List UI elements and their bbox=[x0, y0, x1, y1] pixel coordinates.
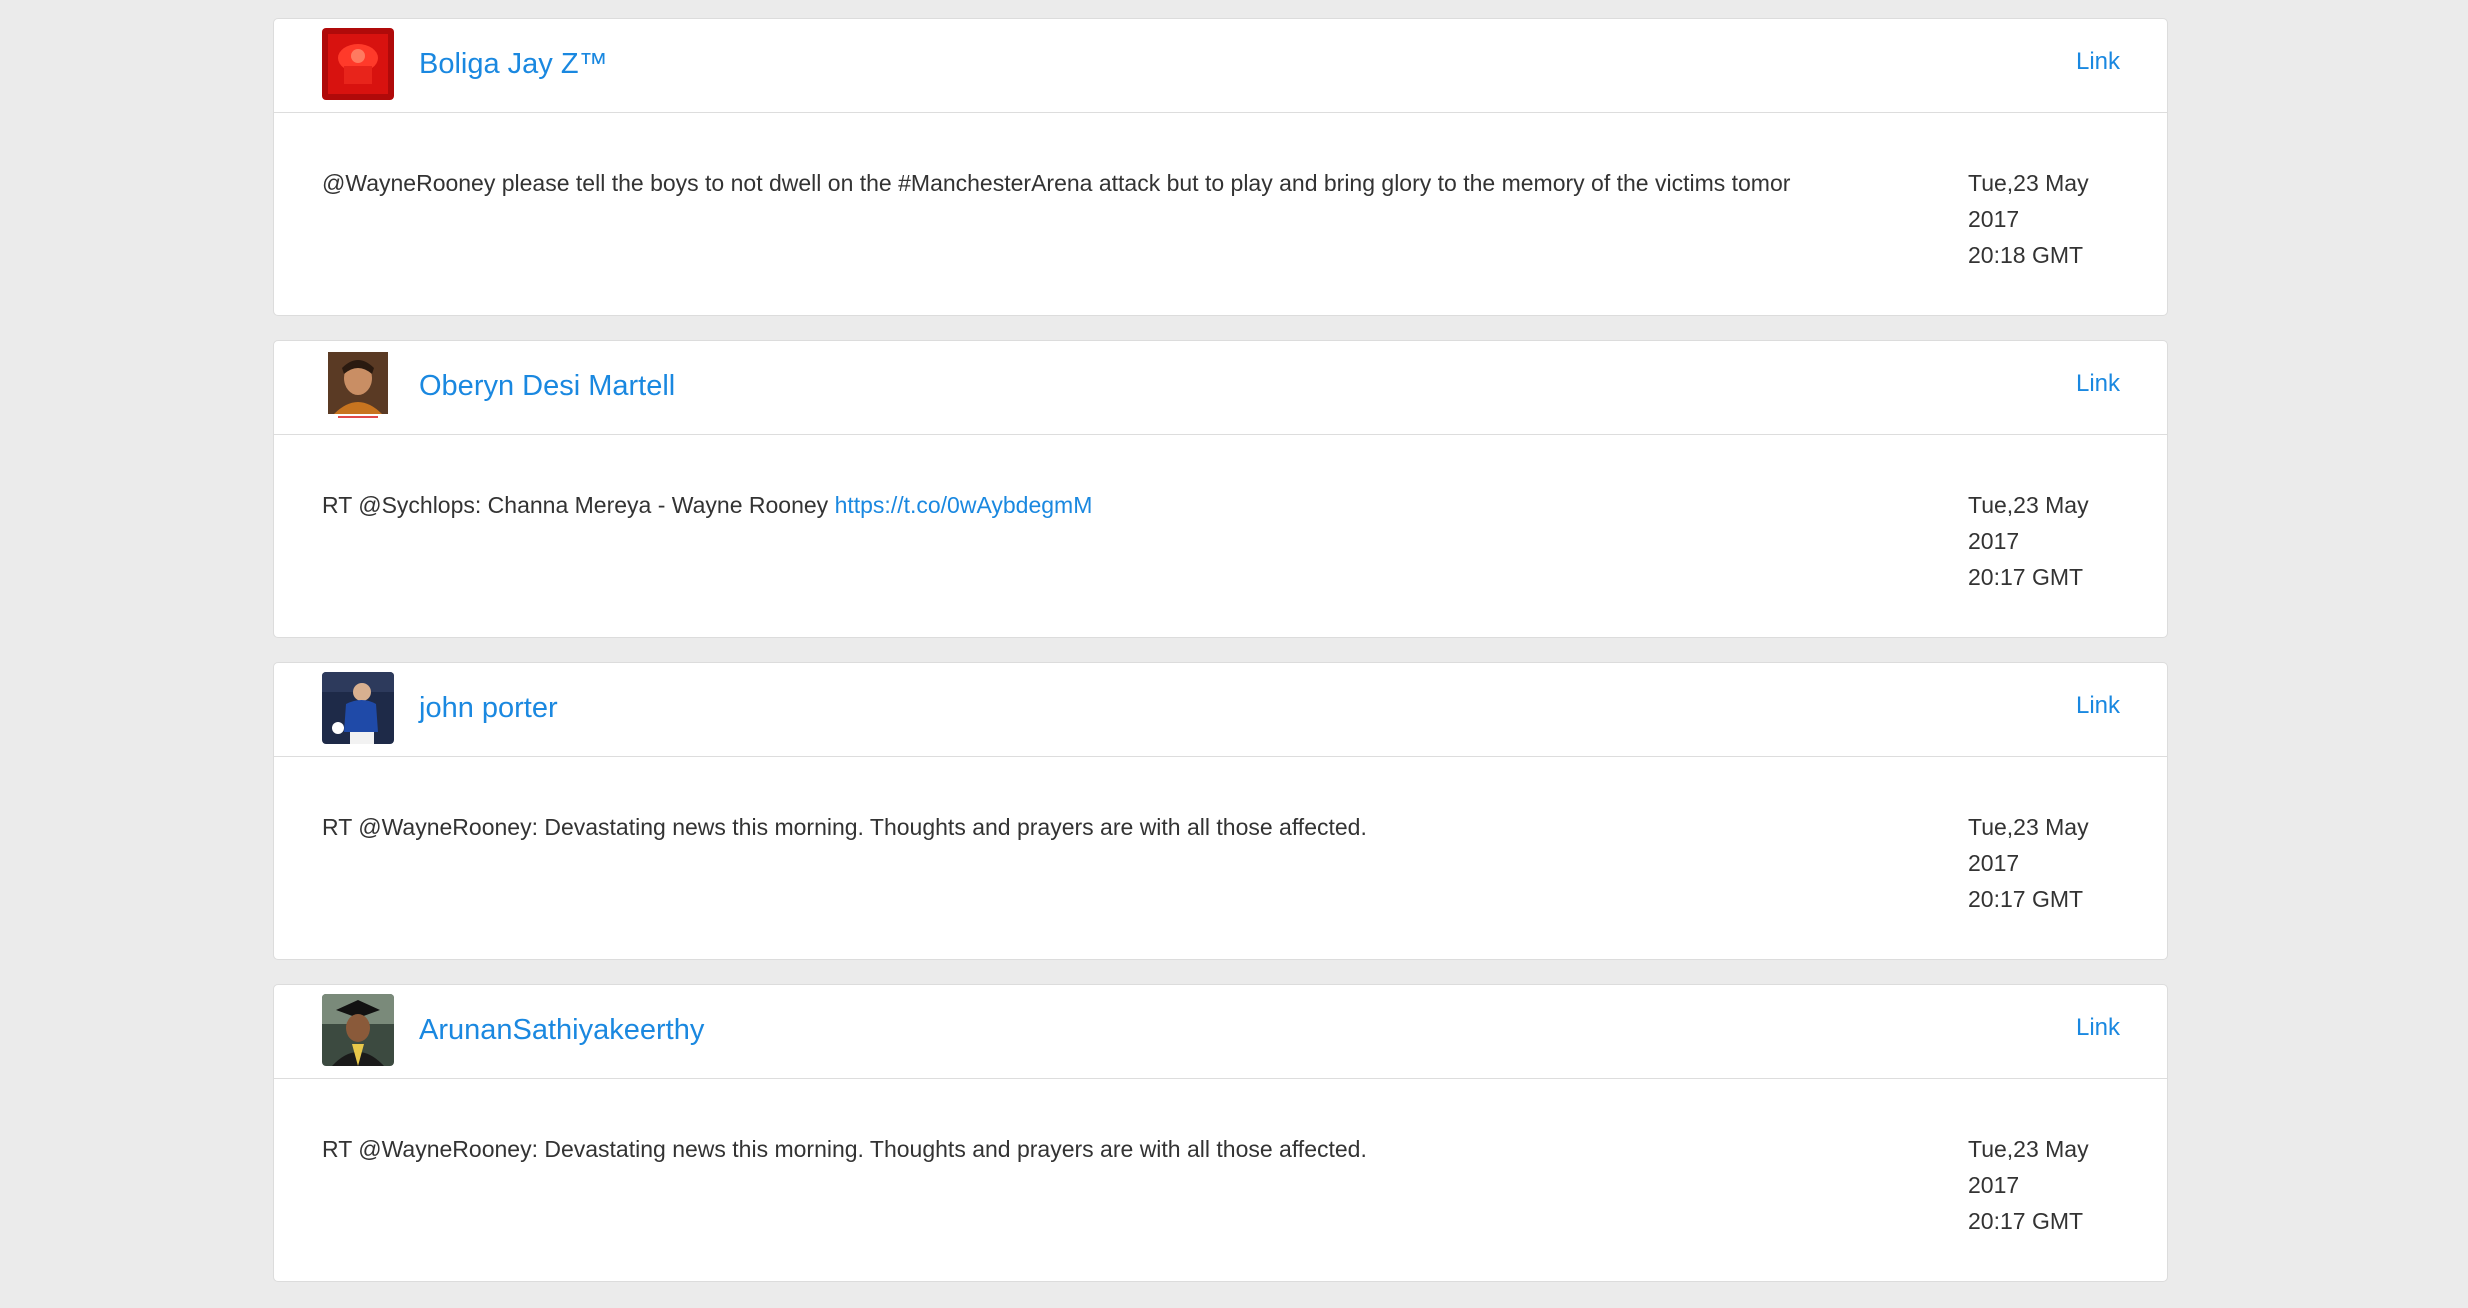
tweet-text: @WayneRooney please tell the boys to not… bbox=[322, 165, 1832, 201]
tweet-year: 2017 bbox=[1968, 1172, 2020, 1198]
tweet-card-header: ArunanSathiyakeerthy Link bbox=[274, 985, 2167, 1079]
tweet-text: RT @WayneRooney: Devastating news this m… bbox=[322, 1131, 1832, 1167]
portrait-avatar-icon[interactable] bbox=[322, 350, 394, 422]
graduate-avatar-icon[interactable] bbox=[322, 994, 394, 1066]
tweet-timestamp: Tue,23 May 2017 20:17 GMT bbox=[1968, 1131, 2089, 1239]
tweet-card-header: john porter Link bbox=[274, 663, 2167, 757]
tweet-time: 20:17 GMT bbox=[1968, 1208, 2084, 1234]
red-avatar-icon[interactable] bbox=[322, 28, 394, 100]
user-name-link[interactable]: Boliga Jay Z™ bbox=[419, 48, 608, 81]
tweet-date: Tue,23 May bbox=[1968, 170, 2089, 196]
tweet-year: 2017 bbox=[1968, 528, 2020, 554]
tweet-feed: Boliga Jay Z™ Link @WayneRooney please t… bbox=[273, 18, 2168, 1306]
tweet-card-header: Oberyn Desi Martell Link bbox=[274, 341, 2167, 435]
tweet-link-button[interactable]: Link bbox=[2076, 1014, 2120, 1042]
tweet-date: Tue,23 May bbox=[1968, 492, 2089, 518]
tweet-time: 20:17 GMT bbox=[1968, 564, 2084, 590]
tweet-card: john porter Link RT @WayneRooney: Devast… bbox=[273, 662, 2168, 960]
user-name-link[interactable]: Oberyn Desi Martell bbox=[419, 370, 675, 403]
tweet-body: @WayneRooney please tell the boys to not… bbox=[322, 170, 1791, 196]
tweet-body: RT @Sychlops: Channa Mereya - Wayne Roon… bbox=[322, 492, 835, 518]
tweet-year: 2017 bbox=[1968, 206, 2020, 232]
tweet-text: RT @WayneRooney: Devastating news this m… bbox=[322, 809, 1832, 845]
tweet-time: 20:18 GMT bbox=[1968, 242, 2084, 268]
footballer-avatar-icon[interactable] bbox=[322, 672, 394, 744]
tweet-timestamp: Tue,23 May 2017 20:18 GMT bbox=[1968, 165, 2089, 273]
tweet-link-button[interactable]: Link bbox=[2076, 692, 2120, 720]
tweet-link-button[interactable]: Link bbox=[2076, 370, 2120, 398]
tweet-timestamp: Tue,23 May 2017 20:17 GMT bbox=[1968, 487, 2089, 595]
tweet-year: 2017 bbox=[1968, 850, 2020, 876]
tweet-date: Tue,23 May bbox=[1968, 814, 2089, 840]
tweet-body: RT @WayneRooney: Devastating news this m… bbox=[322, 814, 1367, 840]
tweet-timestamp: Tue,23 May 2017 20:17 GMT bbox=[1968, 809, 2089, 917]
user-name-link[interactable]: ArunanSathiyakeerthy bbox=[419, 1014, 704, 1047]
tweet-link-button[interactable]: Link bbox=[2076, 48, 2120, 76]
tweet-card-header: Boliga Jay Z™ Link bbox=[274, 19, 2167, 113]
tweet-card: Oberyn Desi Martell Link RT @Sychlops: C… bbox=[273, 340, 2168, 638]
tweet-time: 20:17 GMT bbox=[1968, 886, 2084, 912]
tweet-text: RT @Sychlops: Channa Mereya - Wayne Roon… bbox=[322, 487, 1832, 523]
tweet-card: ArunanSathiyakeerthy Link RT @WayneRoone… bbox=[273, 984, 2168, 1282]
tweet-date: Tue,23 May bbox=[1968, 1136, 2089, 1162]
tweet-body: RT @WayneRooney: Devastating news this m… bbox=[322, 1136, 1367, 1162]
tweet-card: Boliga Jay Z™ Link @WayneRooney please t… bbox=[273, 18, 2168, 316]
user-name-link[interactable]: john porter bbox=[419, 692, 558, 725]
tweet-url[interactable]: https://t.co/0wAybdegmM bbox=[835, 492, 1093, 518]
